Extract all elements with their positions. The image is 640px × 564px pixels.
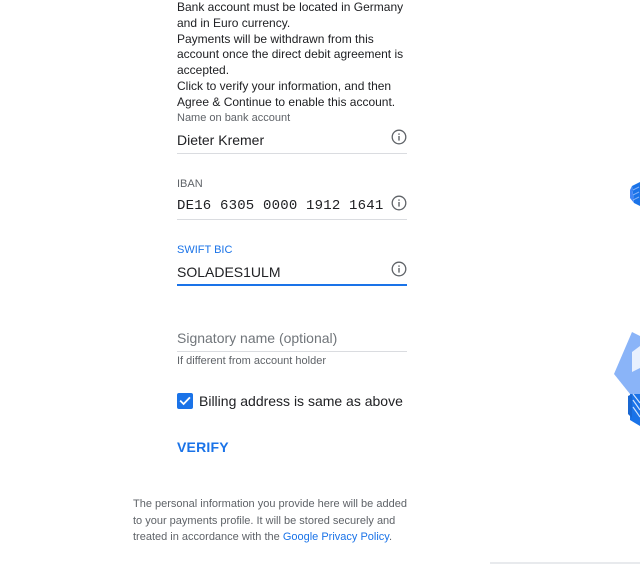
swift-bic-value[interactable]: SOLADES1ULM: [177, 263, 280, 281]
signatory-name-underline: [177, 351, 407, 352]
signatory-helper-text: If different from account holder: [177, 355, 326, 367]
iban-label: IBAN: [177, 178, 203, 190]
iban-value[interactable]: DE16 6305 0000 1912 1641: [177, 197, 383, 215]
signatory-name-field[interactable]: Signatory name (optional) If different f…: [177, 326, 407, 372]
iban-underline: [177, 219, 407, 220]
name-on-account-value[interactable]: Dieter Kremer: [177, 131, 264, 149]
billing-same-label[interactable]: Billing address is same as above: [199, 393, 403, 409]
name-on-account-label: Name on bank account: [177, 112, 291, 124]
verify-button[interactable]: VERIFY: [177, 439, 229, 455]
swift-bic-underline: [177, 284, 407, 286]
intro-line-withdrawal: Payments will be withdrawn from this acc…: [177, 31, 404, 78]
cube-illustration-icon: [614, 182, 640, 426]
payment-form-page: Bank account must be located in Germany …: [0, 0, 640, 564]
decorative-illustration: [580, 0, 640, 564]
intro-line-verify: Click to verify your information, and th…: [177, 78, 396, 109]
name-on-account-underline: [177, 153, 407, 154]
info-icon[interactable]: [391, 129, 407, 145]
swift-bic-label: SWIFT BIC: [177, 244, 233, 256]
privacy-notice: The personal information you provide her…: [133, 496, 413, 546]
google-privacy-policy-link[interactable]: Google Privacy Policy: [283, 531, 389, 543]
privacy-notice-end: .: [388, 531, 393, 543]
signatory-name-input[interactable]: Signatory name (optional): [177, 329, 337, 347]
info-icon[interactable]: [391, 195, 407, 211]
billing-same-checkbox-row[interactable]: Billing address is same as above: [177, 392, 403, 410]
checkmark-icon: [179, 396, 191, 406]
intro-line-location: Bank account must be located in Germany …: [177, 0, 404, 30]
swift-bic-field[interactable]: SWIFT BIC SOLADES1ULM: [177, 244, 407, 286]
billing-same-checkbox[interactable]: [177, 393, 193, 409]
iban-field[interactable]: IBAN DE16 6305 0000 1912 1641: [177, 178, 407, 220]
info-icon[interactable]: [391, 261, 407, 277]
name-on-account-field[interactable]: Name on bank account Dieter Kremer: [177, 112, 407, 154]
intro-text: Bank account must be located in Germany …: [177, 0, 413, 111]
